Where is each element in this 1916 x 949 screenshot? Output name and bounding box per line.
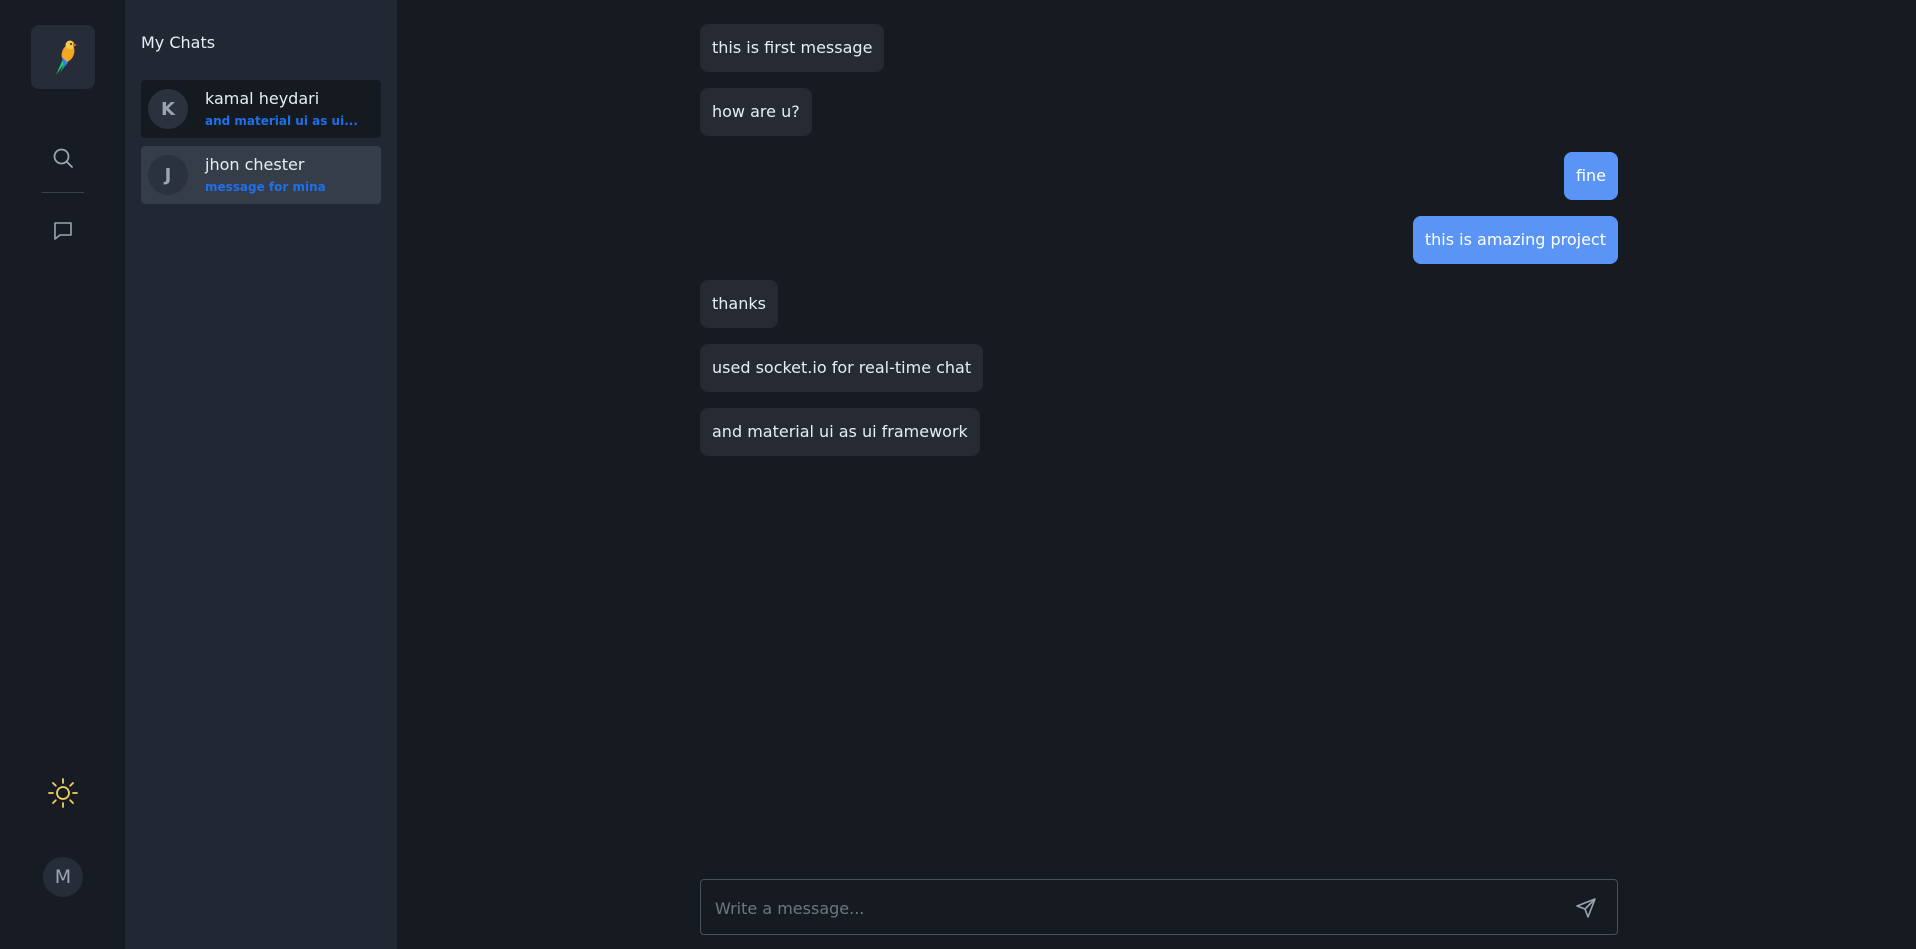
search-button[interactable]: [47, 142, 79, 174]
outgoing-message: fine: [1563, 152, 1618, 200]
chat-list-item[interactable]: K kamal heydari and material ui as ui...: [141, 80, 381, 138]
outgoing-message: this is amazing project: [1412, 216, 1618, 264]
message-row: this is amazing project: [700, 216, 1618, 264]
last-message-preview: and material ui as ui...: [205, 114, 358, 128]
incoming-message: used socket.io for real-time chat: [700, 344, 984, 392]
chat-bubble-icon: [54, 222, 72, 240]
chat-list-title: My Chats: [141, 33, 216, 52]
incoming-message: how are u?: [700, 88, 812, 136]
user-avatar[interactable]: M: [43, 857, 83, 897]
message-row: how are u?: [700, 88, 1618, 136]
incoming-message: thanks: [700, 280, 778, 328]
message-row: thanks: [700, 280, 1618, 328]
contact-name: kamal heydari: [205, 89, 320, 108]
nav-rail: M: [0, 0, 125, 949]
chat-list-panel: My Chats K kamal heydari and material ui…: [125, 0, 397, 949]
message-row: fine: [700, 152, 1618, 200]
last-message-preview: message for mina: [205, 180, 326, 194]
send-button[interactable]: [1573, 895, 1599, 921]
conversation-pane: this is first message how are u? fine th…: [397, 0, 1916, 949]
contact-avatar-initial: K: [161, 98, 175, 120]
message-row: used socket.io for real-time chat: [700, 344, 1618, 392]
incoming-message: this is first message: [700, 24, 885, 72]
parrot-logo-icon: [56, 40, 77, 75]
chat-list-item[interactable]: J jhon chester message for mina: [141, 146, 381, 204]
message-input[interactable]: [713, 880, 1557, 936]
search-icon: [53, 148, 73, 168]
app-logo[interactable]: [31, 25, 95, 89]
message-row: and material ui as ui framework: [700, 408, 1618, 456]
chats-button[interactable]: [47, 215, 79, 247]
incoming-message: and material ui as ui framework: [700, 408, 980, 456]
sun-icon: [48, 778, 78, 808]
message-composer: [700, 879, 1618, 936]
send-icon: [1576, 898, 1596, 918]
message-list: this is first message how are u? fine th…: [700, 24, 1618, 472]
contact-avatar: J: [148, 155, 188, 195]
contact-name: jhon chester: [205, 155, 305, 174]
message-row: this is first message: [700, 24, 1618, 72]
app: M My Chats K kamal heydari and material …: [0, 0, 1916, 949]
theme-toggle-button[interactable]: [46, 776, 80, 810]
contact-avatar: K: [148, 89, 188, 129]
user-avatar-initial: M: [54, 866, 72, 888]
rail-divider: [42, 192, 84, 193]
contact-avatar-initial: J: [164, 164, 172, 186]
